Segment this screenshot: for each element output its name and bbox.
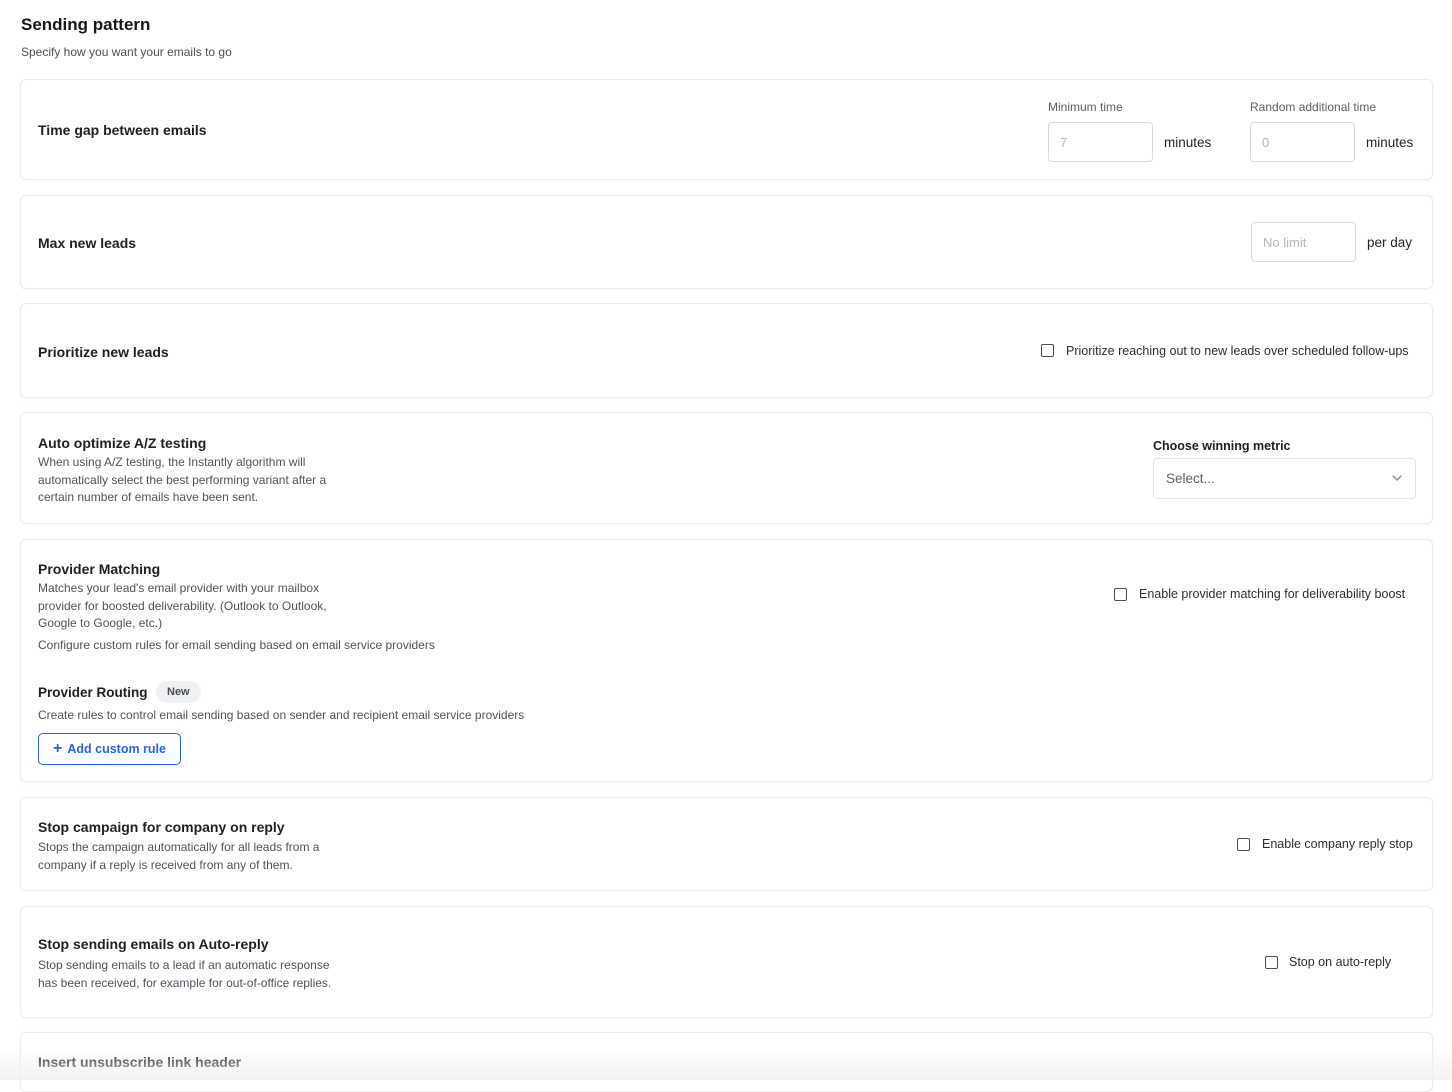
unsubscribe-card: Insert unsubscribe link header [20, 1032, 1433, 1092]
max-leads-card: Max new leads per day [20, 195, 1433, 289]
time-gap-card: Time gap between emails Minimum time min… [20, 79, 1433, 180]
max-leads-input[interactable] [1251, 222, 1356, 262]
random-time-input[interactable] [1250, 122, 1355, 162]
company-stop-title: Stop campaign for company on reply [38, 819, 285, 835]
page-title: Sending pattern [21, 15, 151, 34]
minimum-time-label: Minimum time [1048, 100, 1123, 114]
random-time-label: Random additional time [1250, 100, 1377, 114]
max-leads-title: Max new leads [38, 235, 137, 251]
company-stop-checkbox[interactable] [1237, 838, 1250, 851]
time-gap-title: Time gap between emails [38, 122, 207, 138]
prioritize-card: Prioritize new leads Prioritize reaching… [20, 303, 1433, 398]
select-placeholder: Select... [1166, 471, 1215, 486]
az-testing-description: When using A/Z testing, the Instantly al… [38, 455, 327, 504]
auto-reply-description: Stop sending emails to a lead if an auto… [38, 958, 332, 990]
auto-reply-checkbox[interactable] [1265, 956, 1278, 969]
provider-matching-title: Provider Matching [38, 561, 161, 577]
random-time-unit: minutes [1366, 135, 1414, 150]
provider-routing-description: Create rules to control email sending ba… [38, 708, 525, 722]
provider-card: Provider Matching Matches your lead's em… [20, 539, 1433, 782]
company-stop-card: Stop campaign for company on reply Stops… [20, 797, 1433, 891]
minimum-time-unit: minutes [1164, 135, 1212, 150]
prioritize-title: Prioritize new leads [38, 344, 169, 360]
provider-configure-text: Configure custom rules for email sending… [38, 638, 435, 652]
prioritize-checkbox-label[interactable]: Prioritize reaching out to new leads ove… [1066, 344, 1409, 358]
page-subtitle: Specify how you want your emails to go [21, 45, 232, 59]
provider-matching-description: Matches your lead's email provider with … [38, 581, 327, 630]
az-testing-title: Auto optimize A/Z testing [38, 435, 207, 451]
auto-reply-checkbox-label[interactable]: Stop on auto-reply [1289, 955, 1391, 969]
provider-matching-checkbox-label[interactable]: Enable provider matching for deliverabil… [1139, 587, 1405, 601]
company-stop-checkbox-label[interactable]: Enable company reply stop [1262, 837, 1413, 851]
provider-routing-title: Provider Routing [38, 685, 148, 700]
auto-reply-card: Stop sending emails on Auto-reply Stop s… [20, 906, 1433, 1018]
new-badge: New [156, 681, 201, 703]
prioritize-checkbox[interactable] [1041, 344, 1054, 357]
winning-metric-select[interactable]: Select... [1153, 458, 1416, 499]
minimum-time-input[interactable] [1048, 122, 1153, 162]
unsubscribe-title: Insert unsubscribe link header [38, 1054, 242, 1070]
chevron-down-icon [1392, 475, 1402, 481]
max-leads-unit: per day [1367, 235, 1413, 250]
winning-metric-label: Choose winning metric [1153, 439, 1291, 453]
add-custom-rule-button[interactable]: + Add custom rule [38, 733, 181, 765]
company-stop-description: Stops the campaign automatically for all… [38, 840, 320, 872]
add-custom-rule-label: Add custom rule [67, 742, 166, 756]
plus-icon: + [53, 739, 63, 757]
provider-matching-checkbox[interactable] [1114, 588, 1127, 601]
auto-reply-title: Stop sending emails on Auto-reply [38, 936, 269, 952]
az-testing-card: Auto optimize A/Z testing When using A/Z… [20, 412, 1433, 524]
